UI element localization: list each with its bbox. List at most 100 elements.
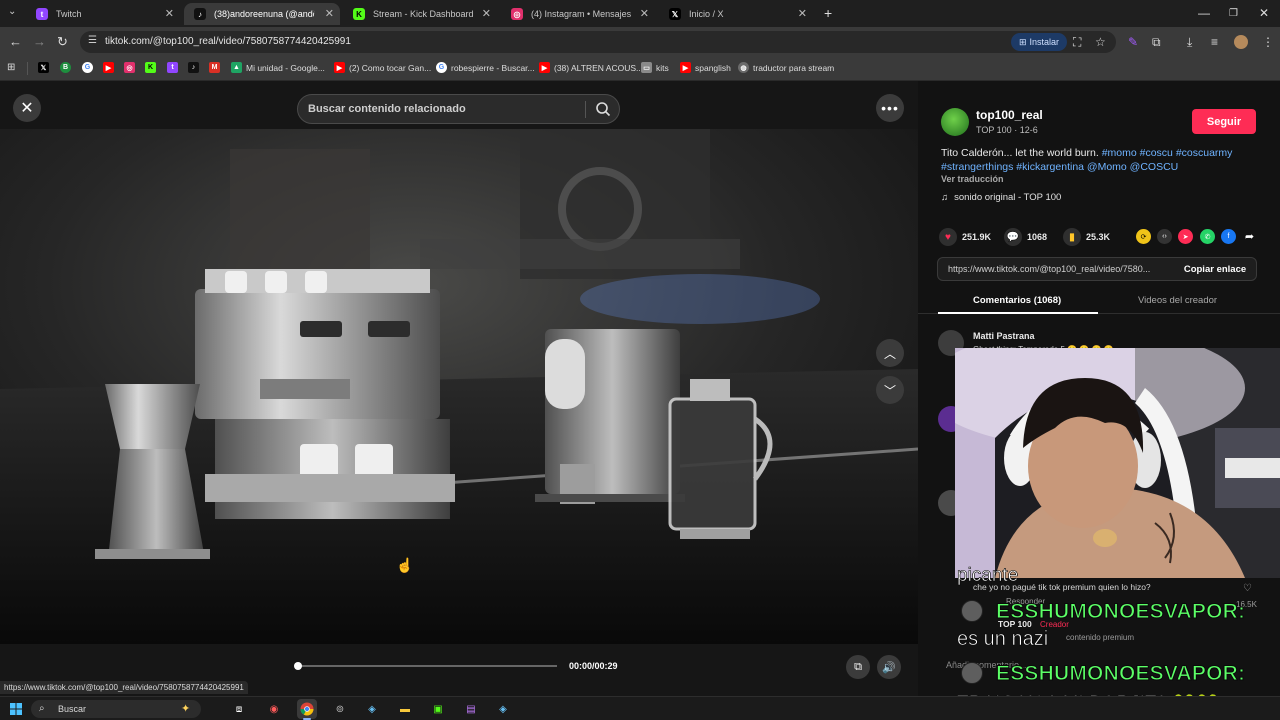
media-app-icon[interactable]: ▤ [461, 699, 481, 719]
share-arrow-icon[interactable]: ➦ [1242, 229, 1257, 244]
bookmark-altren[interactable]: ▶ (38) ALTREN ACOUS... [539, 62, 643, 73]
address-bar[interactable]: ☰ tiktok.com/@top100_real/video/75807587… [80, 31, 1116, 53]
media-control-icon[interactable]: ≡ [1211, 35, 1218, 49]
volume-button[interactable]: 🔊 [877, 655, 901, 679]
tab-kick[interactable]: K Stream - Kick Dashboard ✕ [343, 3, 497, 25]
install-app-button[interactable]: ⊞ Instalar [1011, 33, 1067, 51]
copy-link-button[interactable]: Copiar enlace [1174, 258, 1256, 280]
repost-icon[interactable]: ⟳ [1136, 229, 1151, 244]
download-icon[interactable]: ⤓ [1187, 35, 1192, 50]
obs-icon[interactable]: ⊚ [330, 699, 350, 719]
creator-avatar[interactable] [941, 108, 969, 136]
search-icon[interactable] [595, 101, 611, 122]
x-icon: 𝕏 [38, 62, 49, 73]
file-explorer-icon[interactable]: ▬ [395, 699, 415, 719]
next-video-button[interactable]: ﹀ [876, 376, 904, 404]
taskbar-search[interactable]: ⌕ Buscar ✦ [31, 700, 201, 718]
tab-twitch[interactable]: t Twitch ✕ [26, 3, 180, 25]
creator-username[interactable]: top100_real [976, 108, 1043, 122]
more-options-button[interactable]: ••• [876, 94, 904, 122]
extension-icon[interactable]: ✎ [1128, 35, 1138, 49]
video-progress-knob[interactable] [294, 662, 302, 670]
bookmark-traductor[interactable]: ◍ traductor para stream [738, 62, 834, 73]
comment-author[interactable]: Matti Pastrana [973, 331, 1035, 341]
new-tab-button[interactable]: + [824, 5, 832, 21]
like-button[interactable]: ♥ 251.9K [939, 228, 991, 246]
close-video-button[interactable]: ✕ [13, 94, 41, 122]
bookmark-tiktok[interactable]: ♪ [188, 62, 199, 73]
bookmark-instagram[interactable]: ◎ [124, 62, 135, 73]
related-search-input[interactable]: Buscar contenido relacionado [297, 94, 620, 124]
embed-icon[interactable]: ‹› [1157, 229, 1172, 244]
bookmark-spanglish[interactable]: ▶ spanglish [680, 62, 731, 73]
bookmark-robespierre[interactable]: Grobespierre - Buscar... [436, 62, 535, 73]
share-link-text[interactable]: https://www.tiktok.com/@top100_real/vide… [948, 264, 1180, 274]
chrome-icon[interactable] [297, 699, 317, 720]
windows-start-icon[interactable] [10, 702, 22, 720]
previous-video-button[interactable]: ︿ [876, 339, 904, 367]
tab-x[interactable]: 𝕏 Inicio / X ✕ [659, 3, 813, 25]
tab-creator-videos[interactable]: Videos del creador [1138, 295, 1217, 306]
task-view-icon[interactable]: ⧈ [229, 699, 249, 719]
tab-tiktok[interactable]: ♪ (38)andoreenuna (@andore ◌ ✕ [184, 3, 340, 25]
translate-icon[interactable]: ⛶ [1073, 35, 1081, 50]
menu-dots-icon[interactable]: ⋮ [1262, 35, 1274, 49]
streamer-webcam-overlay [955, 348, 1280, 578]
close-icon[interactable]: ✕ [325, 7, 334, 20]
bookmark-youtube-gan[interactable]: ▶ (2) Como tocar Gan... [334, 62, 431, 73]
minimize-icon[interactable]: — [1198, 6, 1210, 20]
app-icon[interactable]: ◉ [264, 699, 284, 719]
close-icon[interactable]: ✕ [640, 7, 649, 20]
restore-icon[interactable]: ❐ [1229, 8, 1238, 19]
bookmark-kick[interactable]: K [145, 62, 156, 73]
copilot-sparkle-icon: ✦ [181, 703, 191, 715]
sound-link[interactable]: ♫ sonido original - TOP 100 [941, 192, 1061, 203]
pip-icon: ⧉ [854, 660, 862, 673]
profile-avatar[interactable] [1234, 35, 1248, 49]
close-icon[interactable]: ✕ [482, 7, 491, 20]
see-translation-link[interactable]: Ver traducción [941, 174, 1004, 184]
bookmark-gmail[interactable]: M [209, 62, 220, 73]
forward-icon[interactable]: → [33, 34, 46, 49]
tab-comments[interactable]: Comentarios (1068) [973, 295, 1061, 306]
bookmark-x[interactable]: 𝕏 [38, 62, 49, 73]
steam-icon-2[interactable]: ◈ [493, 699, 513, 719]
bookmark-label: Mi unidad - Google... [246, 62, 325, 73]
comment-button[interactable]: 💬 1068 [1004, 228, 1047, 246]
extensions-puzzle-icon[interactable]: ⧉ [1152, 35, 1161, 50]
floating-player-button[interactable]: ⧉ [846, 655, 870, 679]
address-url[interactable]: tiktok.com/@top100_real/video/7580758774… [105, 36, 351, 47]
chat-message: es un nazi [957, 628, 1049, 651]
bookmark-sheets[interactable]: B [60, 62, 71, 73]
mouse-cursor-icon: ☝ [396, 557, 414, 573]
video-player[interactable] [0, 129, 918, 644]
tab-search-icon[interactable]: ⌄ [8, 6, 16, 17]
bookmark-drive[interactable]: ▲ Mi unidad - Google... [231, 62, 325, 73]
close-icon[interactable]: ✕ [165, 7, 174, 20]
whatsapp-icon[interactable]: ✆ [1200, 229, 1215, 244]
reload-icon[interactable]: ↻ [57, 34, 68, 50]
heart-outline-icon[interactable]: ♡ [1243, 583, 1252, 594]
video-progress-bar[interactable] [294, 662, 557, 670]
steam-icon[interactable]: ◈ [362, 699, 382, 719]
taskbar: ⌕ Buscar ✦ ⧈ ◉ ⊚ ◈ ▬ ▣ ▤ ◈ [0, 696, 1280, 720]
close-window-icon[interactable]: ✕ [1259, 6, 1269, 20]
tab-instagram[interactable]: ◎ (4) Instagram • Mensajes ✕ [501, 3, 655, 25]
post-description: Tito Calderón... let the world burn. #mo… [941, 146, 1261, 174]
close-icon[interactable]: ✕ [798, 7, 807, 20]
back-icon[interactable]: ← [9, 34, 22, 49]
bookmark-kits[interactable]: ▭ kits [641, 62, 669, 73]
bookmark-youtube[interactable]: ▶ [103, 62, 114, 73]
share-link-box: https://www.tiktok.com/@top100_real/vide… [937, 257, 1257, 281]
bookmark-twitch[interactable]: t [167, 62, 178, 73]
bookmark-star-icon[interactable]: ☆ [1095, 35, 1106, 49]
facebook-icon[interactable]: f [1221, 229, 1236, 244]
bookmark-google[interactable]: G [82, 62, 93, 73]
send-icon[interactable]: ➤ [1178, 229, 1193, 244]
follow-button[interactable]: Seguir [1192, 109, 1256, 134]
save-button[interactable]: ▮ 25.3K [1063, 228, 1110, 246]
site-info-icon[interactable]: ☰ [88, 35, 97, 46]
chat-app-icon[interactable]: ▣ [428, 699, 448, 719]
apps-icon[interactable]: ⊞ [7, 62, 15, 73]
mute-icon[interactable]: ◌ [310, 7, 315, 17]
